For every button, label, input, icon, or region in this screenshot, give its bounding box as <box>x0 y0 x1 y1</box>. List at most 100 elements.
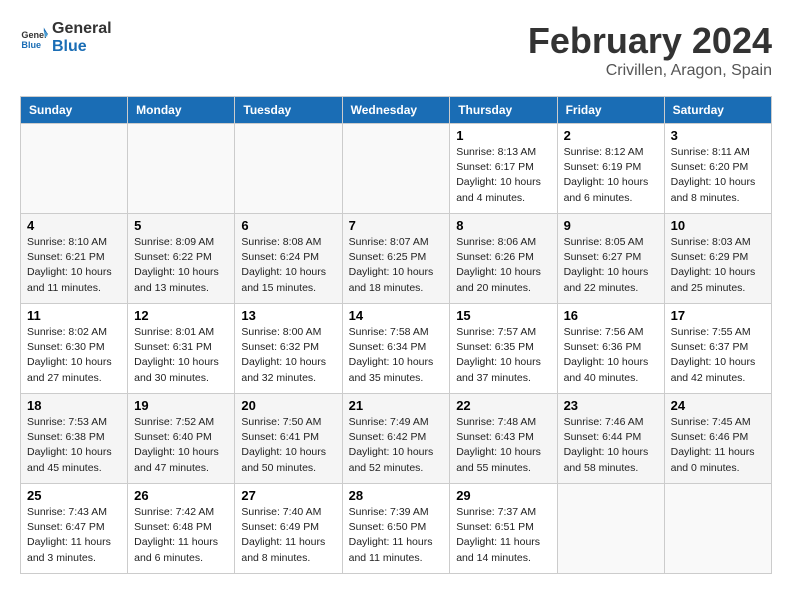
calendar-table: SundayMondayTuesdayWednesdayThursdayFrid… <box>20 96 772 574</box>
day-info: Sunrise: 7:43 AM Sunset: 6:47 PM Dayligh… <box>27 505 121 566</box>
calendar-cell: 21 Sunrise: 7:49 AM Sunset: 6:42 PM Dayli… <box>342 394 450 484</box>
day-number: 7 <box>349 218 444 233</box>
header-day-saturday: Saturday <box>664 97 771 124</box>
logo-icon: General Blue <box>20 24 48 52</box>
day-number: 24 <box>671 398 765 413</box>
calendar-cell: 16 Sunrise: 7:56 AM Sunset: 6:36 PM Dayli… <box>557 304 664 394</box>
calendar-week-3: 11 Sunrise: 8:02 AM Sunset: 6:30 PM Dayli… <box>21 304 772 394</box>
calendar-cell: 24 Sunrise: 7:45 AM Sunset: 6:46 PM Dayli… <box>664 394 771 484</box>
day-number: 10 <box>671 218 765 233</box>
calendar-cell <box>21 124 128 214</box>
day-number: 3 <box>671 128 765 143</box>
calendar-week-2: 4Sunrise: 8:10 AM Sunset: 6:21 PM Daylig… <box>21 214 772 304</box>
day-number: 14 <box>349 308 444 323</box>
day-info: Sunrise: 7:40 AM Sunset: 6:49 PM Dayligh… <box>241 505 335 566</box>
day-info: Sunrise: 7:49 AM Sunset: 6:42 PM Dayligh… <box>349 415 444 476</box>
logo-blue: Blue <box>52 38 112 56</box>
calendar-cell: 27 Sunrise: 7:40 AM Sunset: 6:49 PM Dayli… <box>235 484 342 574</box>
header-day-monday: Monday <box>128 97 235 124</box>
calendar-cell: 29 Sunrise: 7:37 AM Sunset: 6:51 PM Dayli… <box>450 484 557 574</box>
day-info: Sunrise: 7:45 AM Sunset: 6:46 PM Dayligh… <box>671 415 765 476</box>
day-info: Sunrise: 7:48 AM Sunset: 6:43 PM Dayligh… <box>456 415 550 476</box>
day-info: Sunrise: 7:58 AM Sunset: 6:34 PM Dayligh… <box>349 325 444 386</box>
day-number: 9 <box>564 218 658 233</box>
day-info: Sunrise: 7:50 AM Sunset: 6:41 PM Dayligh… <box>241 415 335 476</box>
calendar-cell <box>342 124 450 214</box>
header-day-tuesday: Tuesday <box>235 97 342 124</box>
day-info: Sunrise: 8:13 AM Sunset: 6:17 PM Dayligh… <box>456 145 550 206</box>
day-info: Sunrise: 8:05 AM Sunset: 6:27 PM Dayligh… <box>564 235 658 296</box>
day-number: 27 <box>241 488 335 503</box>
header-day-friday: Friday <box>557 97 664 124</box>
day-info: Sunrise: 8:09 AM Sunset: 6:22 PM Dayligh… <box>134 235 228 296</box>
day-number: 12 <box>134 308 228 323</box>
day-info: Sunrise: 8:08 AM Sunset: 6:24 PM Dayligh… <box>241 235 335 296</box>
day-info: Sunrise: 8:02 AM Sunset: 6:30 PM Dayligh… <box>27 325 121 386</box>
calendar-cell: 14 Sunrise: 7:58 AM Sunset: 6:34 PM Dayli… <box>342 304 450 394</box>
calendar-cell <box>557 484 664 574</box>
calendar-cell: 19 Sunrise: 7:52 AM Sunset: 6:40 PM Dayli… <box>128 394 235 484</box>
calendar-body: 1Sunrise: 8:13 AM Sunset: 6:17 PM Daylig… <box>21 124 772 574</box>
day-info: Sunrise: 7:57 AM Sunset: 6:35 PM Dayligh… <box>456 325 550 386</box>
calendar-cell: 13 Sunrise: 8:00 AM Sunset: 6:32 PM Dayli… <box>235 304 342 394</box>
calendar-week-1: 1Sunrise: 8:13 AM Sunset: 6:17 PM Daylig… <box>21 124 772 214</box>
calendar-cell: 12Sunrise: 8:01 AM Sunset: 6:31 PM Dayli… <box>128 304 235 394</box>
page-header: General Blue General Blue February 2024 … <box>20 20 772 80</box>
calendar-cell: 11 Sunrise: 8:02 AM Sunset: 6:30 PM Dayli… <box>21 304 128 394</box>
calendar-cell: 25 Sunrise: 7:43 AM Sunset: 6:47 PM Dayli… <box>21 484 128 574</box>
day-info: Sunrise: 7:37 AM Sunset: 6:51 PM Dayligh… <box>456 505 550 566</box>
day-number: 23 <box>564 398 658 413</box>
day-info: Sunrise: 8:11 AM Sunset: 6:20 PM Dayligh… <box>671 145 765 206</box>
header-day-sunday: Sunday <box>21 97 128 124</box>
day-number: 13 <box>241 308 335 323</box>
day-info: Sunrise: 8:00 AM Sunset: 6:32 PM Dayligh… <box>241 325 335 386</box>
calendar-cell: 10 Sunrise: 8:03 AM Sunset: 6:29 PM Dayli… <box>664 214 771 304</box>
day-number: 29 <box>456 488 550 503</box>
calendar-cell: 28 Sunrise: 7:39 AM Sunset: 6:50 PM Dayli… <box>342 484 450 574</box>
logo: General Blue General Blue <box>20 20 112 55</box>
calendar-cell: 7 Sunrise: 8:07 AM Sunset: 6:25 PM Daylig… <box>342 214 450 304</box>
calendar-cell <box>664 484 771 574</box>
calendar-week-4: 18 Sunrise: 7:53 AM Sunset: 6:38 PM Dayli… <box>21 394 772 484</box>
header-day-wednesday: Wednesday <box>342 97 450 124</box>
logo-text: General <box>52 20 112 38</box>
day-number: 6 <box>241 218 335 233</box>
day-number: 16 <box>564 308 658 323</box>
location-title: Crivillen, Aragon, Spain <box>528 62 772 80</box>
day-number: 26 <box>134 488 228 503</box>
calendar-cell: 20Sunrise: 7:50 AM Sunset: 6:41 PM Dayli… <box>235 394 342 484</box>
day-info: Sunrise: 8:07 AM Sunset: 6:25 PM Dayligh… <box>349 235 444 296</box>
day-number: 2 <box>564 128 658 143</box>
day-number: 15 <box>456 308 550 323</box>
day-number: 19 <box>134 398 228 413</box>
calendar-cell: 17 Sunrise: 7:55 AM Sunset: 6:37 PM Dayli… <box>664 304 771 394</box>
day-info: Sunrise: 7:56 AM Sunset: 6:36 PM Dayligh… <box>564 325 658 386</box>
day-number: 18 <box>27 398 121 413</box>
header-day-thursday: Thursday <box>450 97 557 124</box>
day-info: Sunrise: 8:03 AM Sunset: 6:29 PM Dayligh… <box>671 235 765 296</box>
day-info: Sunrise: 7:39 AM Sunset: 6:50 PM Dayligh… <box>349 505 444 566</box>
day-info: Sunrise: 7:52 AM Sunset: 6:40 PM Dayligh… <box>134 415 228 476</box>
day-info: Sunrise: 7:46 AM Sunset: 6:44 PM Dayligh… <box>564 415 658 476</box>
day-info: Sunrise: 8:06 AM Sunset: 6:26 PM Dayligh… <box>456 235 550 296</box>
day-number: 21 <box>349 398 444 413</box>
day-info: Sunrise: 8:10 AM Sunset: 6:21 PM Dayligh… <box>27 235 121 296</box>
day-number: 28 <box>349 488 444 503</box>
day-number: 11 <box>27 308 121 323</box>
title-block: February 2024 Crivillen, Aragon, Spain <box>528 20 772 80</box>
calendar-cell: 22 Sunrise: 7:48 AM Sunset: 6:43 PM Dayli… <box>450 394 557 484</box>
day-info: Sunrise: 8:12 AM Sunset: 6:19 PM Dayligh… <box>564 145 658 206</box>
calendar-cell <box>128 124 235 214</box>
day-info: Sunrise: 7:55 AM Sunset: 6:37 PM Dayligh… <box>671 325 765 386</box>
day-info: Sunrise: 7:42 AM Sunset: 6:48 PM Dayligh… <box>134 505 228 566</box>
calendar-cell: 3 Sunrise: 8:11 AM Sunset: 6:20 PM Daylig… <box>664 124 771 214</box>
day-info: Sunrise: 7:53 AM Sunset: 6:38 PM Dayligh… <box>27 415 121 476</box>
day-number: 17 <box>671 308 765 323</box>
day-number: 25 <box>27 488 121 503</box>
month-title: February 2024 <box>528 20 772 62</box>
calendar-cell: 4Sunrise: 8:10 AM Sunset: 6:21 PM Daylig… <box>21 214 128 304</box>
calendar-cell: 8Sunrise: 8:06 AM Sunset: 6:26 PM Daylig… <box>450 214 557 304</box>
day-number: 22 <box>456 398 550 413</box>
calendar-cell: 18 Sunrise: 7:53 AM Sunset: 6:38 PM Dayli… <box>21 394 128 484</box>
calendar-cell: 1Sunrise: 8:13 AM Sunset: 6:17 PM Daylig… <box>450 124 557 214</box>
